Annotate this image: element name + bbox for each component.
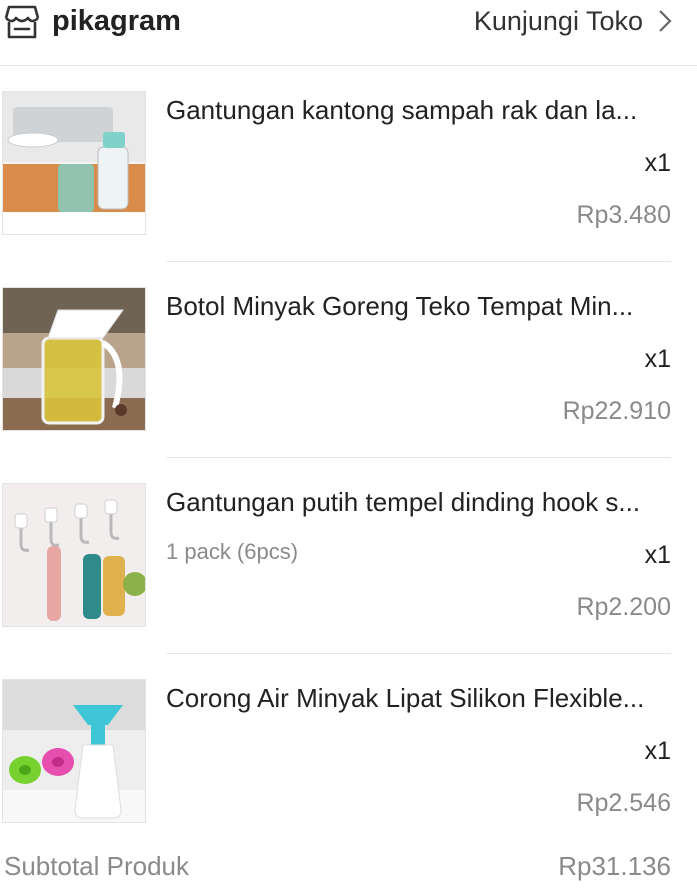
visit-shop-link[interactable]: Kunjungi Toko <box>474 5 643 37</box>
product-quantity: x1 <box>644 149 671 177</box>
subtotal-row: Subtotal Produk Rp31.136 <box>0 850 697 886</box>
product-price: Rp22.910 <box>562 397 671 425</box>
product-thumbnail[interactable] <box>2 287 146 431</box>
shop-name[interactable]: pikagram <box>52 4 181 38</box>
product-title[interactable]: Gantungan kantong sampah rak dan la... <box>166 94 666 126</box>
product-price: Rp3.480 <box>576 201 671 229</box>
subtotal-label: Subtotal Produk <box>4 851 190 881</box>
order-item[interactable]: Botol Minyak Goreng Teko Tempat Min... x… <box>0 262 697 458</box>
product-thumbnail[interactable] <box>2 679 146 823</box>
product-price: Rp2.200 <box>576 593 671 621</box>
order-item[interactable]: Corong Air Minyak Lipat Silikon Flexible… <box>0 654 697 850</box>
subtotal-value: Rp31.136 <box>558 851 671 881</box>
order-item[interactable]: Gantungan putih tempel dinding hook s...… <box>0 458 697 654</box>
product-variant: 1 pack (6pcs) <box>166 539 299 564</box>
shop-header: pikagram Kunjungi Toko <box>0 0 697 66</box>
product-thumbnail[interactable] <box>2 91 146 235</box>
chevron-right-icon[interactable] <box>655 8 675 34</box>
product-quantity: x1 <box>644 541 671 569</box>
product-quantity: x1 <box>644 737 671 765</box>
product-title[interactable]: Botol Minyak Goreng Teko Tempat Min... <box>166 290 666 322</box>
store-icon <box>4 5 40 39</box>
order-item[interactable]: Gantungan kantong sampah rak dan la... x… <box>0 66 697 262</box>
product-quantity: x1 <box>644 345 671 373</box>
product-title[interactable]: Gantungan putih tempel dinding hook s... <box>166 486 666 518</box>
product-thumbnail[interactable] <box>2 483 146 627</box>
product-price: Rp2.546 <box>576 789 671 817</box>
product-title[interactable]: Corong Air Minyak Lipat Silikon Flexible… <box>166 682 666 714</box>
